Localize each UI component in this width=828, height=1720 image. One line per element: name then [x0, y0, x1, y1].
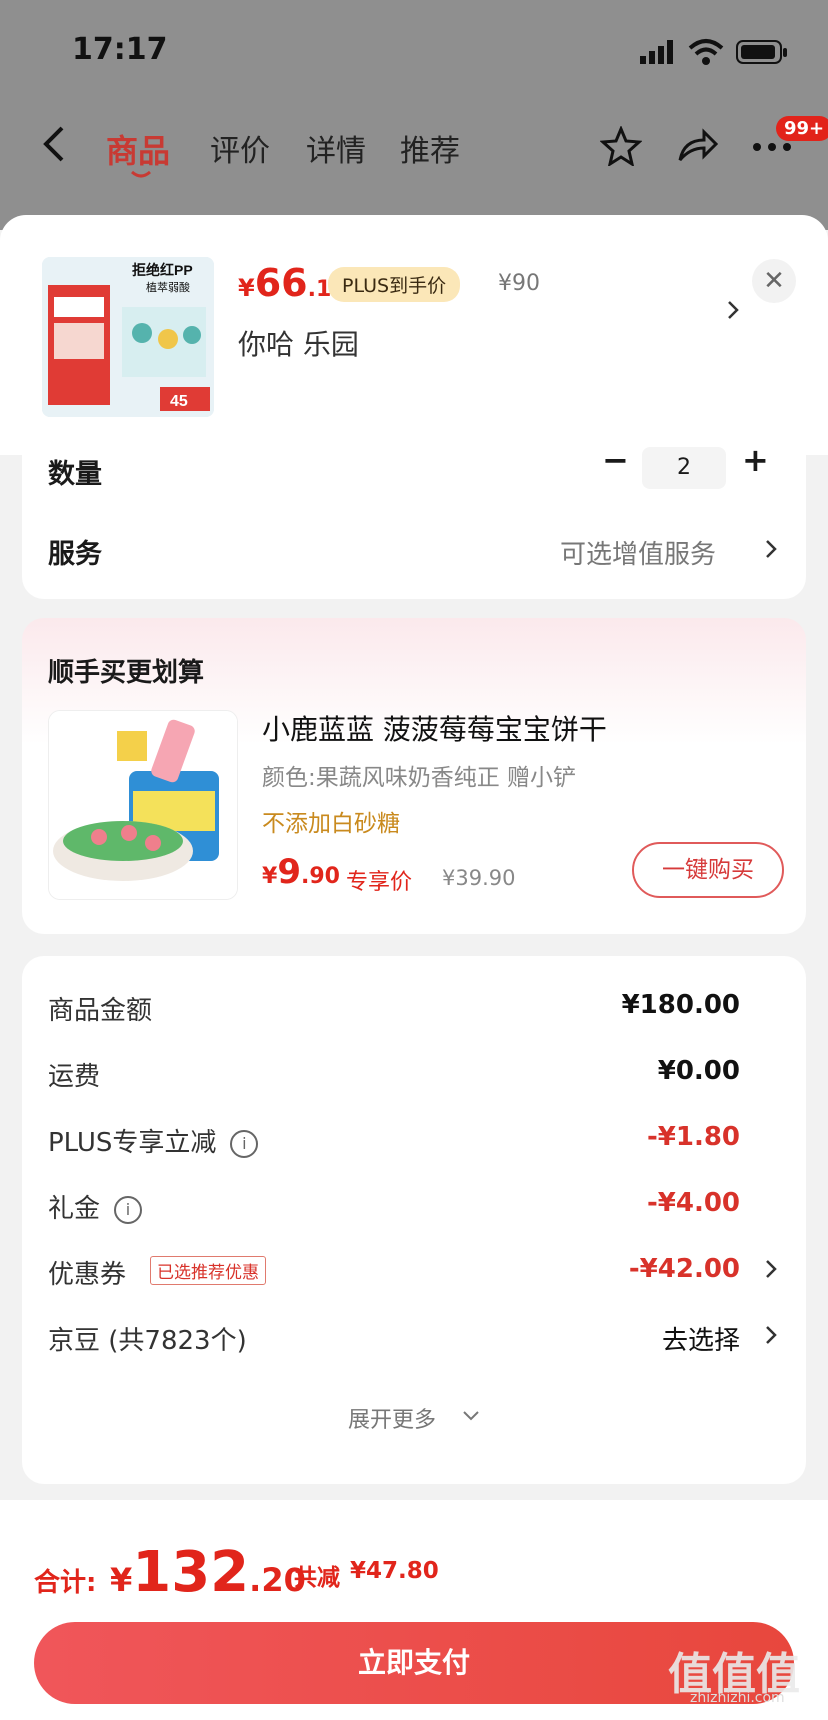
close-button[interactable]: ✕	[752, 259, 796, 303]
expand-more-link[interactable]: 展开更多	[348, 1402, 436, 1434]
addon-price: ¥9.90	[262, 852, 340, 892]
quantity-increase-button[interactable]: +	[742, 441, 769, 479]
gift-value: -¥4.00	[646, 1188, 740, 1218]
chevron-right-icon[interactable]	[764, 1258, 778, 1280]
top-nav: 商品 评价 详情 推荐	[0, 110, 828, 190]
notification-badge: 99+	[776, 116, 828, 141]
addon-original-price: ¥39.90	[442, 866, 516, 890]
tab-recommend[interactable]: 推荐	[400, 126, 460, 170]
info-icon[interactable]: i	[230, 1129, 259, 1158]
chevron-right-icon[interactable]	[764, 1324, 778, 1346]
saved-label: 共减	[294, 1565, 340, 1591]
jd-beans-select[interactable]: 去选择	[662, 1320, 740, 1357]
goods-amount-label: 商品金额	[48, 996, 153, 1026]
status-bar: 17:17	[0, 0, 828, 100]
gift-row-label: 礼金 i	[48, 1188, 143, 1225]
plus-price-tag: PLUS到手价	[328, 267, 461, 302]
battery-icon	[736, 40, 787, 64]
plus-discount-row-label: PLUS专享立减 i	[48, 1122, 259, 1159]
one-click-buy-button[interactable]: 一键购买	[632, 842, 784, 898]
product-thumbnail: 拒绝红PP 植萃弱酸 45	[42, 257, 214, 417]
quantity-decrease-button[interactable]: −	[602, 441, 629, 479]
active-tab-indicator	[131, 170, 151, 178]
tab-details[interactable]: 详情	[306, 126, 366, 170]
star-icon[interactable]	[600, 126, 642, 166]
total-amount: 合计: ¥132.20	[34, 1540, 306, 1605]
service-value[interactable]: 可选增值服务	[560, 534, 716, 571]
addon-price-label: 专享价	[346, 870, 413, 895]
saved-amount: ¥47.80	[350, 1558, 439, 1584]
chevron-right-icon[interactable]	[726, 299, 740, 321]
status-time: 17:17	[72, 32, 168, 67]
tab-reviews[interactable]: 评价	[210, 126, 270, 170]
chevron-down-icon[interactable]	[462, 1410, 480, 1422]
thumb-sub: 植萃弱酸	[146, 280, 190, 294]
share-icon[interactable]	[676, 128, 718, 164]
thumb-price: 45	[170, 393, 188, 410]
coupon-recommended-tag: 已选推荐优惠	[150, 1256, 266, 1285]
page-header: 17:17 商品 评价 详情 推荐 99+	[0, 0, 828, 230]
chevron-right-icon[interactable]	[764, 538, 778, 560]
signal-icon	[640, 40, 673, 64]
watermark-url: zhizhizhi.com	[690, 1690, 785, 1706]
shipping-label: 运费	[48, 1062, 101, 1092]
wifi-icon	[688, 39, 724, 65]
product-thumbnail-art: 拒绝红PP 植萃弱酸 45	[42, 257, 214, 417]
tab-product[interactable]: 商品	[106, 126, 170, 172]
addon-title: 顺手买更划算	[48, 658, 205, 688]
goods-amount-value: ¥180.00	[621, 990, 740, 1020]
service-label: 服务	[48, 539, 102, 570]
addon-product-tag: 不添加白砂糖	[262, 811, 400, 837]
more-icon[interactable]	[752, 142, 792, 152]
back-icon[interactable]	[40, 124, 66, 164]
addon-product-spec: 颜色:果蔬风味奶香纯正 赠小铲	[262, 765, 577, 791]
jd-beans-label: 京豆 (共7823个)	[48, 1326, 247, 1356]
coupon-label: 优惠券	[48, 1260, 127, 1290]
product-sheet: 拒绝红PP 植萃弱酸 45 ¥66.1 PLUS到手价 ¥90 你哈 乐园 ✕	[0, 215, 828, 455]
original-price: ¥90	[498, 271, 540, 296]
popup-price: ¥66.1	[238, 261, 332, 305]
info-icon[interactable]: i	[114, 1195, 143, 1224]
biscuit-bucket-art	[49, 711, 237, 899]
thumb-title: 拒绝红PP	[132, 262, 193, 278]
plus-discount-value: -¥1.80	[646, 1122, 740, 1152]
addon-product-image[interactable]	[48, 710, 238, 900]
addon-product-name[interactable]: 小鹿蓝蓝 菠菠莓莓宝宝饼干	[262, 708, 607, 748]
quantity-input[interactable]: 2	[642, 447, 726, 489]
selected-spec[interactable]: 你哈 乐园	[238, 323, 359, 363]
coupon-value[interactable]: -¥42.00	[629, 1254, 740, 1284]
shipping-value: ¥0.00	[657, 1056, 740, 1086]
quantity-label: 数量	[48, 459, 102, 490]
